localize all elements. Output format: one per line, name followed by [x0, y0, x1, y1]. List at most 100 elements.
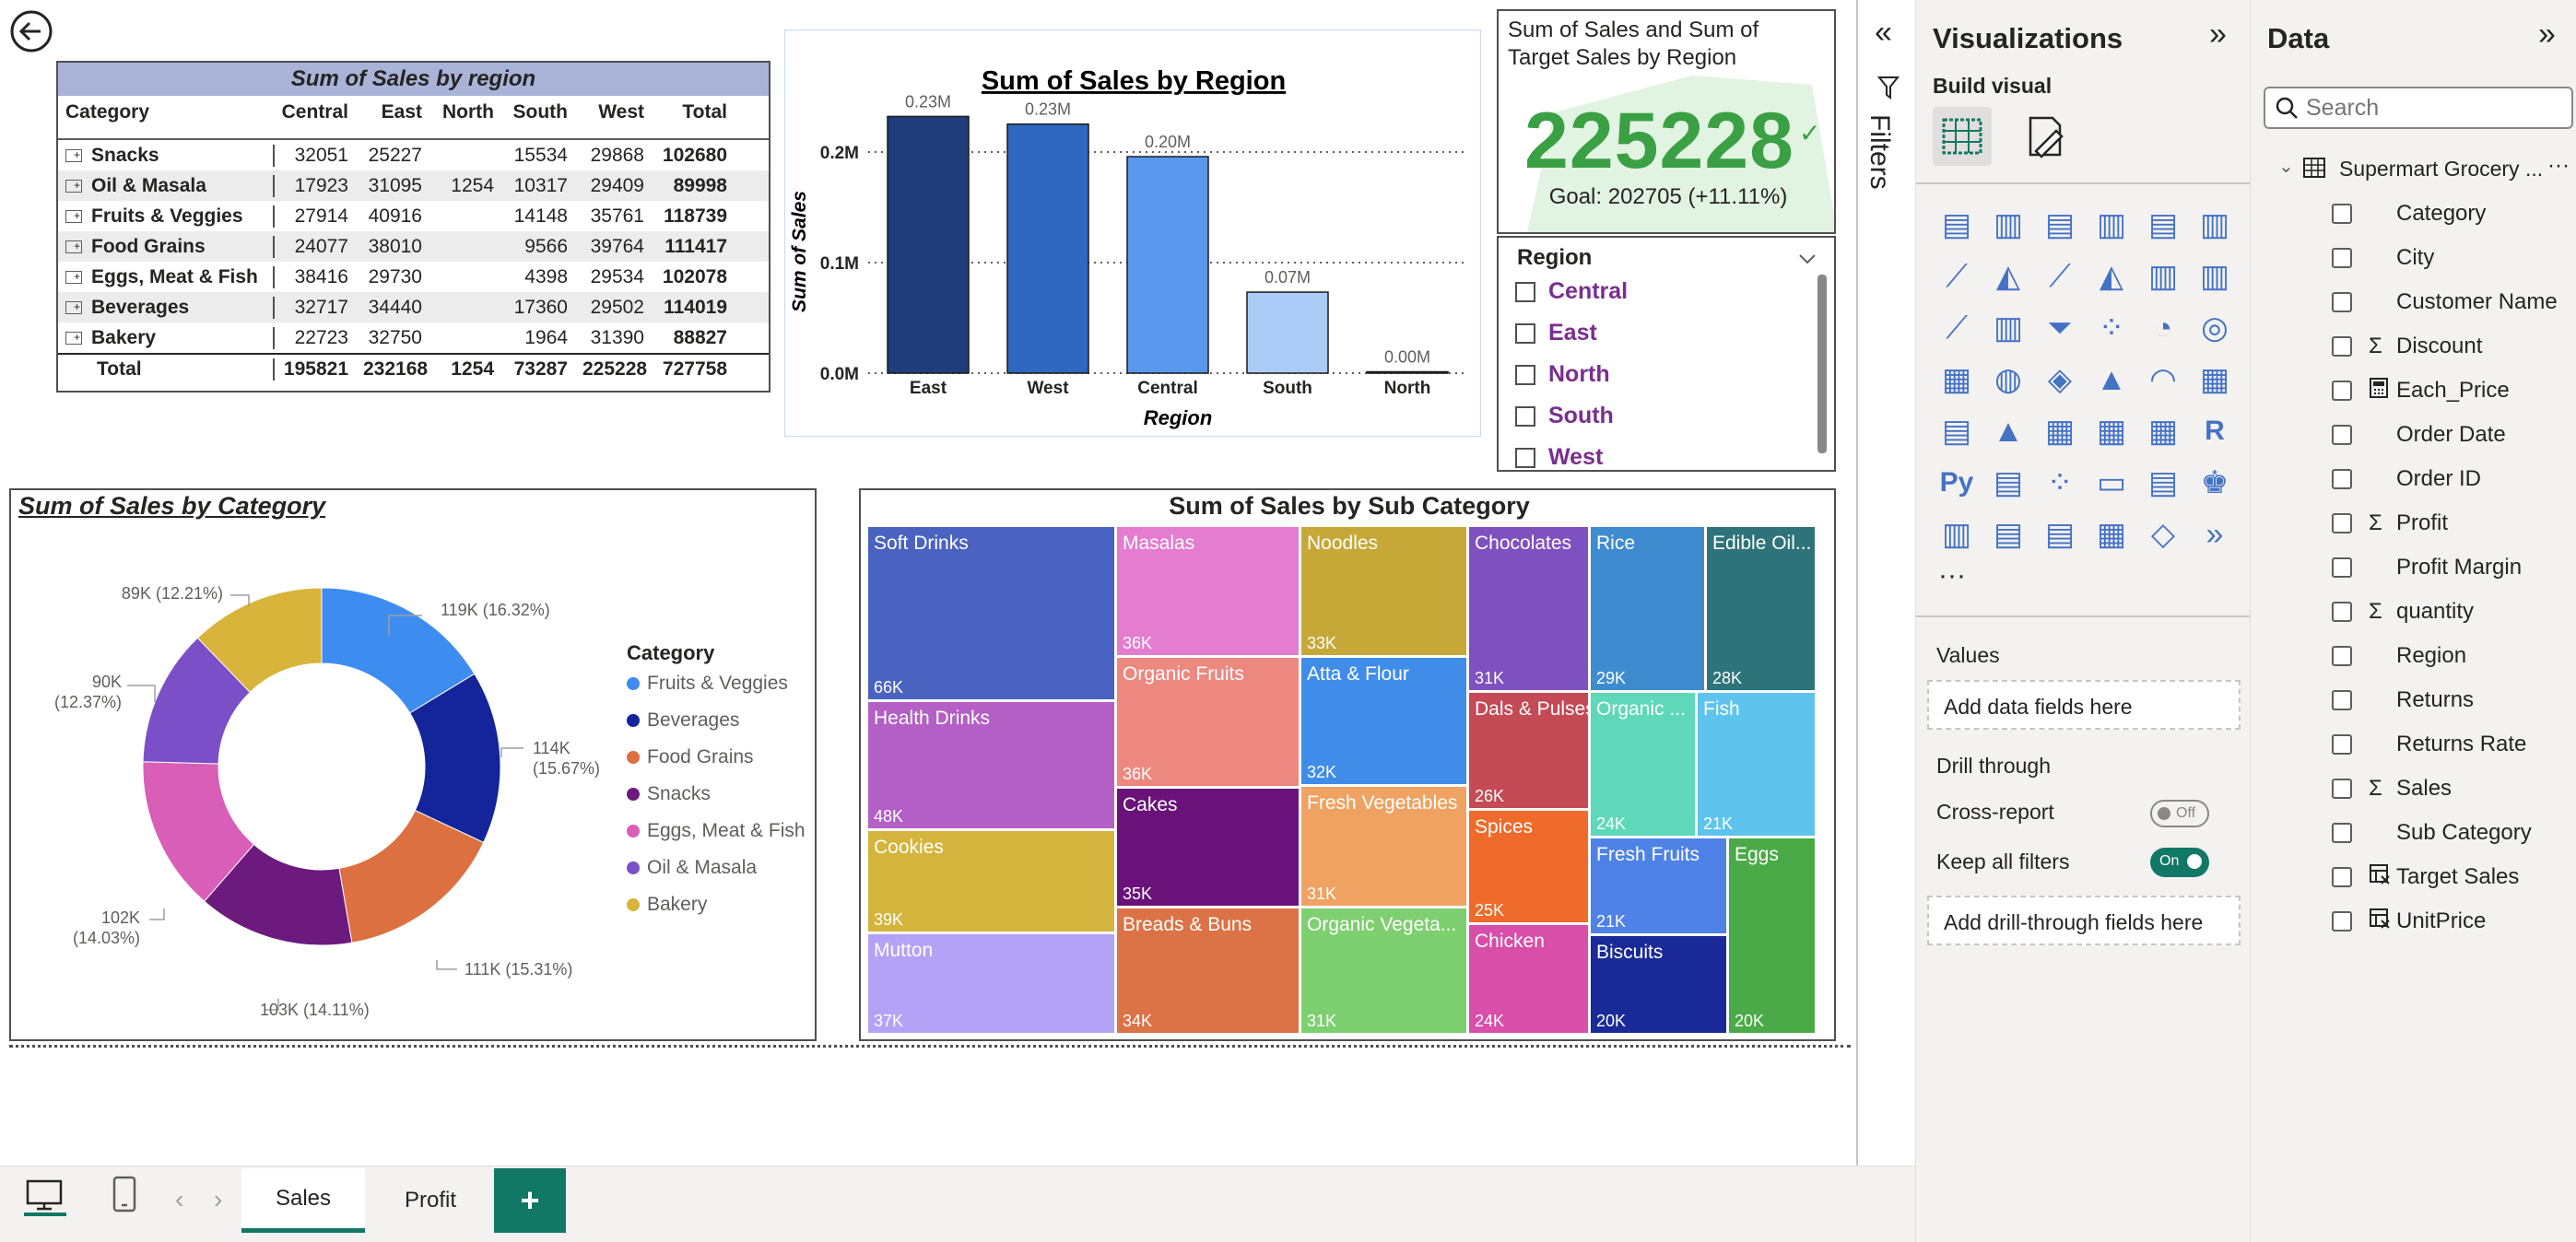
treemap-cell[interactable]: Chocolates 31K	[1469, 527, 1588, 690]
slicer-item-east[interactable]: East	[1515, 320, 1597, 346]
treemap-cell[interactable]: Noodles 33K	[1301, 527, 1466, 655]
paginated-report-icon[interactable]: ▥	[1936, 514, 1977, 555]
qa-icon[interactable]: ▭	[2091, 463, 2132, 503]
field-checkbox[interactable]	[2332, 602, 2352, 622]
treemap-cell[interactable]: Cookies 39K	[868, 831, 1114, 932]
treemap-cell[interactable]: Organic Vegeta... 31K	[1301, 908, 1466, 1033]
treemap-cell[interactable]: Cakes 35K	[1117, 789, 1299, 906]
expand-visualizations-icon[interactable]: »	[2209, 17, 2227, 53]
stacked-column-icon[interactable]: ▥	[1988, 205, 2029, 245]
add-page-button[interactable]: +	[494, 1168, 566, 1233]
key-influencers-icon[interactable]: ▤	[1988, 463, 2029, 503]
treemap-cell[interactable]: Fresh Vegetables 31K	[1301, 787, 1466, 906]
treemap-cell[interactable]: Mutton 37K	[868, 934, 1114, 1033]
prev-page-button[interactable]: ‹	[175, 1185, 183, 1214]
card-icon[interactable]: ▦	[2194, 359, 2235, 400]
bar-east[interactable]	[887, 115, 970, 374]
data-field-profit-margin[interactable]: Profit Margin	[2332, 547, 2522, 588]
field-checkbox[interactable]	[2332, 204, 2352, 224]
field-checkbox[interactable]	[2332, 557, 2352, 578]
data-field-sales[interactable]: Σ Sales	[2332, 768, 2452, 809]
treemap-cell[interactable]: Chicken 24K	[1469, 925, 1588, 1033]
table-row[interactable]: + Fruits & Veggies 27914 40916 14148 35761 118…	[58, 201, 769, 231]
legend-item[interactable]: Eggs, Meat & Fish	[627, 820, 806, 842]
field-checkbox[interactable]	[2332, 381, 2352, 401]
back-arrow-icon[interactable]	[9, 9, 53, 53]
field-checkbox[interactable]	[2332, 779, 2352, 799]
treemap-cell[interactable]: Rice 29K	[1591, 527, 1704, 690]
data-field-discount[interactable]: Σ Discount	[2332, 326, 2482, 367]
sales-by-region-matrix[interactable]: Sum of Sales by region Category Central Ea…	[56, 61, 770, 393]
data-field-each-price[interactable]: Each_Price	[2332, 370, 2510, 411]
data-field-sub-category[interactable]: Sub Category	[2332, 813, 2532, 853]
data-search-box[interactable]	[2264, 87, 2573, 129]
checkbox[interactable]	[1515, 364, 1535, 385]
matrix-header-cell[interactable]: Central	[273, 101, 356, 123]
line-column-icon[interactable]: ▥	[2143, 256, 2183, 297]
bar-central[interactable]	[1126, 156, 1209, 374]
multi-row-card-icon[interactable]: ▤	[1936, 411, 1977, 451]
legend-item[interactable]: Food Grains	[627, 746, 754, 768]
field-checkbox[interactable]	[2332, 823, 2352, 843]
data-field-returns[interactable]: Returns	[2332, 680, 2474, 721]
treemap-cell[interactable]: Edible Oil... 28K	[1707, 527, 1815, 690]
expand-row-icon[interactable]: +	[65, 331, 82, 345]
forward-icon[interactable]: »	[2194, 514, 2235, 555]
clustered-bar-icon[interactable]: ▤	[2040, 205, 2080, 245]
matrix-header-cell[interactable]: Category	[58, 101, 273, 123]
treemap-cell[interactable]: Masalas 36K	[1117, 527, 1299, 655]
tab-profit[interactable]: Profit	[369, 1168, 492, 1233]
field-checkbox[interactable]	[2332, 646, 2352, 666]
scatter-icon[interactable]: ⁘	[2091, 308, 2132, 348]
keep-filters-toggle[interactable]: On	[2150, 848, 2209, 877]
treemap-cell[interactable]: Atta & Flour 32K	[1301, 658, 1466, 784]
legend-item[interactable]: Snacks	[627, 783, 711, 805]
chevron-down-icon[interactable]	[1797, 249, 1817, 269]
mobile-view-icon[interactable]	[111, 1176, 138, 1213]
checkbox[interactable]	[1515, 322, 1535, 344]
donut-chart-icon[interactable]: ◎	[2194, 308, 2235, 348]
kpi-icon[interactable]: ▲	[1988, 411, 2029, 451]
matrix-header-cell[interactable]: Total	[652, 101, 735, 123]
field-checkbox[interactable]	[2332, 469, 2352, 489]
treemap-cell[interactable]: Eggs 20K	[1729, 838, 1815, 1033]
treemap-cell[interactable]: Fish 21K	[1698, 693, 1815, 836]
power-automate-icon[interactable]: ▤	[2040, 514, 2080, 555]
legend-item[interactable]: Oil & Masala	[627, 857, 757, 879]
r-visual-icon[interactable]: R	[2194, 411, 2235, 451]
treemap-cell[interactable]: Biscuits 20K	[1591, 936, 1726, 1033]
more-visuals-icon[interactable]: ···	[1938, 560, 1966, 592]
table-row[interactable]: + Snacks 32051 25227 15534 29868 102680	[58, 140, 769, 170]
kpi-card[interactable]: Sum of Sales and Sum of Target Sales by …	[1497, 9, 1836, 234]
gauge-icon[interactable]: ◠	[2143, 359, 2183, 400]
checkbox[interactable]	[1515, 447, 1535, 468]
funnel-icon[interactable]: ⏷	[2040, 308, 2080, 348]
values-drop-zone[interactable]: Add data fields here	[1927, 680, 2241, 730]
table-row[interactable]: + Beverages 32717 34440 17360 29502 114019	[58, 292, 769, 322]
search-input[interactable]	[2306, 94, 2564, 122]
data-field-target-sales[interactable]: Target Sales	[2332, 857, 2519, 897]
table-more-icon[interactable]: ···	[2547, 153, 2570, 179]
power-apps-icon[interactable]: ▤	[1988, 514, 2029, 555]
waterfall-icon[interactable]: ▥	[1988, 308, 2029, 348]
build-visual-tab[interactable]	[1933, 107, 1992, 166]
filled-map-icon[interactable]: ◈	[2040, 359, 2080, 400]
100-area-icon[interactable]: ◭	[2091, 256, 2132, 297]
next-page-button[interactable]: ›	[214, 1185, 222, 1214]
legend-item[interactable]: Bakery	[627, 894, 707, 916]
data-field-quantity[interactable]: Σquantity	[2332, 592, 2474, 632]
bar-north[interactable]	[1366, 370, 1449, 374]
metrics-icon[interactable]: ♚	[2194, 463, 2235, 503]
narrative-icon[interactable]: ▤	[2143, 463, 2183, 503]
expand-row-icon[interactable]: +	[65, 270, 82, 284]
clustered-column-icon[interactable]: ▥	[2091, 205, 2132, 245]
treemap-cell[interactable]: Health Drinks 48K	[868, 702, 1114, 828]
checkbox[interactable]	[1515, 405, 1535, 427]
matrix-header-cell[interactable]: South	[501, 101, 575, 123]
desktop-view-icon[interactable]	[24, 1178, 66, 1216]
data-field-city[interactable]: City	[2332, 238, 2434, 278]
filters-pane-collapsed[interactable]: « Filters	[1856, 0, 1915, 1166]
treemap-icon[interactable]: ▦	[1936, 359, 1977, 400]
field-checkbox[interactable]	[2332, 734, 2352, 755]
cross-report-toggle[interactable]: Off	[2150, 800, 2209, 827]
